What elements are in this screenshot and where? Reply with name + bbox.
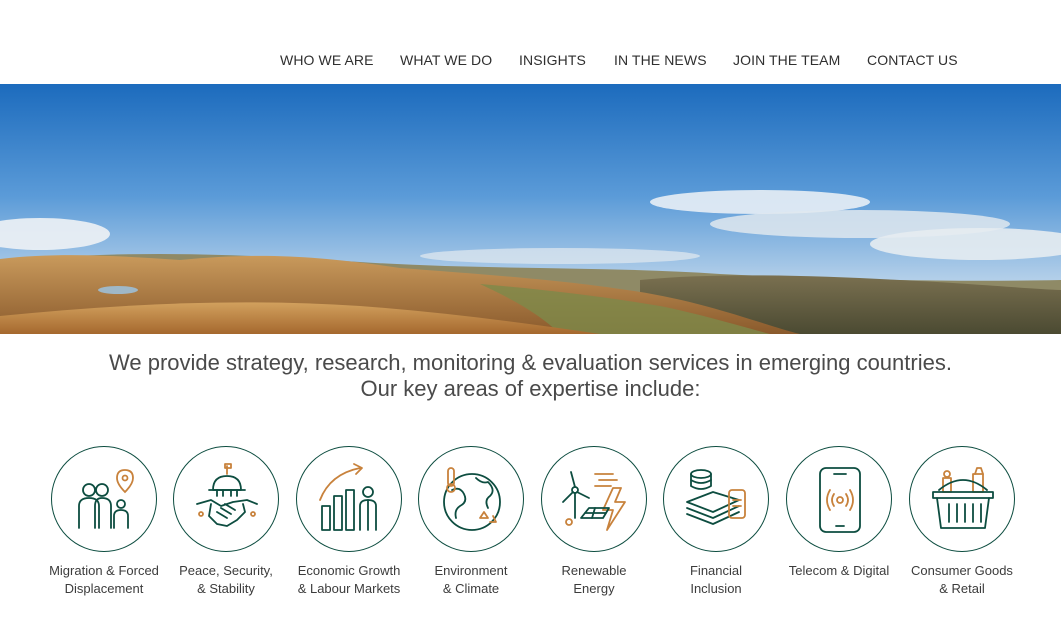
globe-climate-icon bbox=[443, 467, 501, 531]
area-migration-circle[interactable] bbox=[51, 446, 157, 552]
area-telecom-circle[interactable] bbox=[786, 446, 892, 552]
area-environment-label: Environment & Climate bbox=[434, 563, 508, 596]
expertise-areas: Migration & Forced Displacement Peace, S… bbox=[0, 446, 1061, 606]
area-financial-circle[interactable] bbox=[663, 446, 769, 552]
hero-landscape-image bbox=[0, 84, 1061, 334]
area-consumer-circle[interactable] bbox=[909, 446, 1015, 552]
area-renewable-label: Renewable Energy bbox=[561, 563, 627, 596]
area-consumer-label: Consumer Goods & Retail bbox=[911, 563, 1013, 596]
area-environment-circle[interactable] bbox=[418, 446, 524, 552]
migration-icon bbox=[78, 469, 134, 529]
nav-insights[interactable]: INSIGHTS bbox=[519, 52, 586, 68]
area-economic-growth[interactable]: Economic Growth & Labour Markets bbox=[284, 446, 414, 598]
nav-what-we-do[interactable]: WHAT WE DO bbox=[400, 52, 492, 68]
area-consumer-goods[interactable]: Consumer Goods & Retail bbox=[897, 446, 1027, 598]
main-nav: WHO WE ARE WHAT WE DO INSIGHTS IN THE NE… bbox=[0, 52, 1061, 72]
area-peace-label: Peace, Security, & Stability bbox=[179, 563, 273, 596]
area-peace-circle[interactable] bbox=[173, 446, 279, 552]
area-renewable-energy[interactable]: Renewable Energy bbox=[529, 446, 659, 598]
header-bar: WHO WE ARE WHAT WE DO INSIGHTS IN THE NE… bbox=[0, 0, 1061, 84]
area-financial-inclusion[interactable]: Financial Inclusion bbox=[651, 446, 781, 598]
nav-who-we-are[interactable]: WHO WE ARE bbox=[280, 52, 374, 68]
area-environment[interactable]: Environment & Climate bbox=[406, 446, 536, 598]
area-telecom-label: Telecom & Digital bbox=[788, 563, 890, 578]
shopping-basket-icon bbox=[932, 467, 994, 529]
area-peace-security[interactable]: Peace, Security, & Stability bbox=[161, 446, 291, 598]
smartphone-signal-icon bbox=[819, 467, 861, 533]
area-financial-label: Financial Inclusion bbox=[689, 563, 743, 596]
area-migration[interactable]: Migration & Forced Displacement bbox=[39, 446, 169, 598]
renewable-energy-icon bbox=[562, 471, 626, 531]
nav-join-the-team[interactable]: JOIN THE TEAM bbox=[733, 52, 840, 68]
tagline-line-2: Our key areas of expertise include: bbox=[360, 376, 701, 401]
tagline: We provide strategy, research, monitorin… bbox=[0, 350, 1061, 402]
area-telecom-digital[interactable]: Telecom & Digital bbox=[774, 446, 904, 580]
nav-contact-us[interactable]: CONTACT US bbox=[867, 52, 958, 68]
area-economic-circle[interactable] bbox=[296, 446, 402, 552]
growth-chart-icon bbox=[319, 463, 377, 531]
handshake-icon bbox=[196, 463, 258, 527]
area-economic-label: Economic Growth & Labour Markets bbox=[297, 563, 401, 596]
nav-in-the-news[interactable]: IN THE NEWS bbox=[614, 52, 707, 68]
area-migration-label: Migration & Forced Displacement bbox=[49, 563, 159, 596]
money-phone-icon bbox=[686, 469, 746, 525]
tagline-line-1: We provide strategy, research, monitorin… bbox=[109, 350, 952, 375]
area-renewable-circle[interactable] bbox=[541, 446, 647, 552]
